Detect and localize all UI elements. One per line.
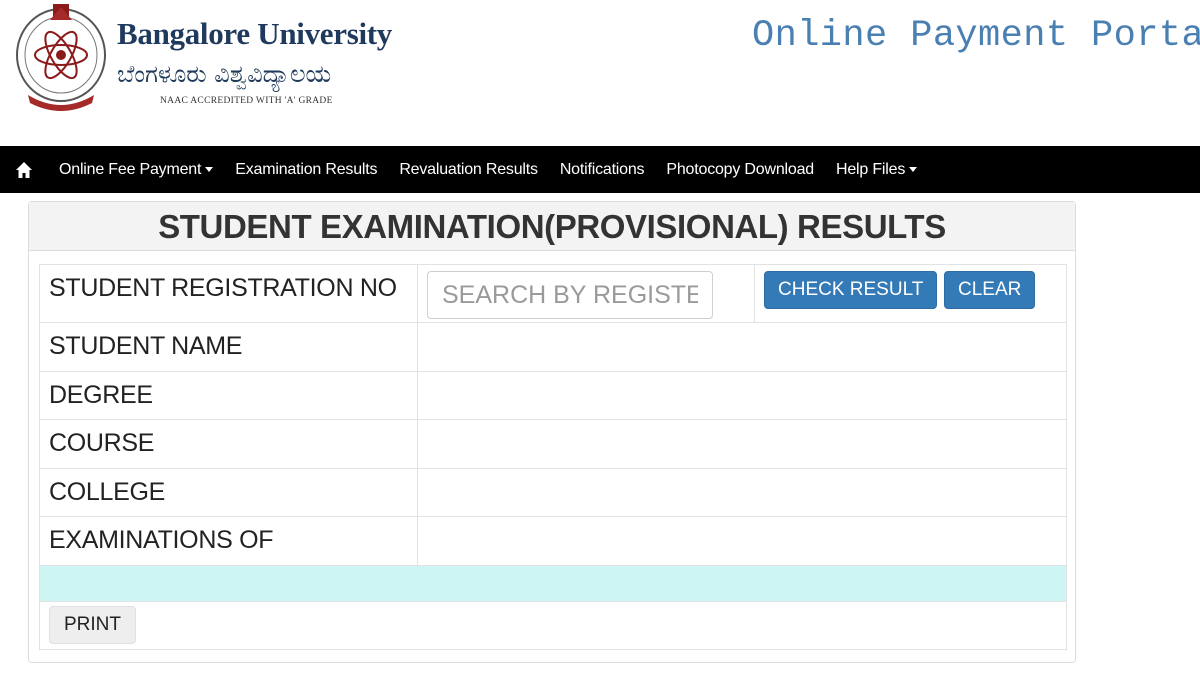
home-icon: [16, 161, 32, 178]
examinations-of-value: [417, 516, 1067, 566]
degree-value: [417, 370, 1067, 420]
results-table: STUDENT REGISTRATION NO CHECK RESULT CLE…: [39, 264, 1067, 650]
check-result-button[interactable]: CHECK RESULT: [764, 271, 938, 309]
registration-label: STUDENT REGISTRATION NO: [39, 264, 418, 323]
degree-label: DEGREE: [39, 370, 418, 420]
table-row: EXAMINATIONS OF: [39, 516, 1067, 566]
table-row: STUDENT NAME: [39, 322, 1067, 372]
student-name-label: STUDENT NAME: [39, 322, 418, 372]
nav-item-label: Examination Results: [235, 161, 378, 178]
results-highlight-cell: [39, 564, 1067, 602]
results-panel: STUDENT EXAMINATION(PROVISIONAL) RESULTS…: [28, 201, 1076, 663]
nav-examination-results[interactable]: Examination Results: [224, 146, 388, 193]
action-buttons-cell: CHECK RESULT CLEAR: [754, 264, 1067, 323]
results-title: STUDENT EXAMINATION(PROVISIONAL) RESULTS: [29, 202, 1075, 251]
portal-title: Online Payment Portal: [752, 15, 1200, 57]
course-value: [417, 419, 1067, 469]
university-name-kannada: ಬೆಂಗಳೂರು ವಿಶ್ವವಿದ್ಯಾಲಯ: [117, 60, 332, 88]
registration-input-cell: [417, 264, 755, 323]
print-cell: PRINT: [39, 600, 1067, 650]
nav-item-label: Help Files: [836, 161, 906, 178]
register-number-input[interactable]: [427, 271, 713, 319]
nav-home-link[interactable]: [0, 146, 48, 193]
table-row: COLLEGE: [39, 467, 1067, 517]
university-name: Bangalore University: [117, 16, 392, 51]
nav-photocopy-download[interactable]: Photocopy Download: [655, 146, 825, 193]
caret-down-icon: [909, 167, 918, 172]
print-button[interactable]: PRINT: [49, 606, 136, 644]
caret-down-icon: [205, 167, 214, 172]
clear-button[interactable]: CLEAR: [944, 271, 1036, 309]
nav-item-label: Online Fee Payment: [59, 161, 202, 178]
university-emblem-icon: [16, 4, 106, 111]
nav-item-label: Notifications: [559, 161, 645, 178]
nav-notifications[interactable]: Notifications: [549, 146, 656, 193]
nav-online-fee-payment[interactable]: Online Fee Payment: [48, 146, 224, 193]
course-label: COURSE: [39, 419, 418, 469]
table-row: STUDENT REGISTRATION NO CHECK RESULT CLE…: [39, 264, 1067, 323]
main-navbar: Online Fee Payment Examination Results R…: [0, 146, 1200, 193]
table-row: DEGREE: [39, 370, 1067, 420]
nav-item-label: Revaluation Results: [399, 161, 538, 178]
college-label: COLLEGE: [39, 467, 418, 517]
college-value: [417, 467, 1067, 517]
site-header: Bangalore University ಬೆಂಗಳೂರು ವಿಶ್ವವಿದ್ಯ…: [0, 0, 1200, 146]
nav-revaluation-results[interactable]: Revaluation Results: [388, 146, 549, 193]
student-name-value: [417, 322, 1067, 372]
nav-item-label: Photocopy Download: [666, 161, 814, 178]
examinations-of-label: EXAMINATIONS OF: [39, 516, 418, 566]
results-highlight-row: [39, 564, 1067, 602]
accreditation-text: NAAC ACCREDITED WITH 'A' GRADE: [160, 96, 333, 106]
table-row: COURSE: [39, 419, 1067, 469]
table-row: PRINT: [39, 600, 1067, 650]
nav-help-files[interactable]: Help Files: [825, 146, 928, 193]
